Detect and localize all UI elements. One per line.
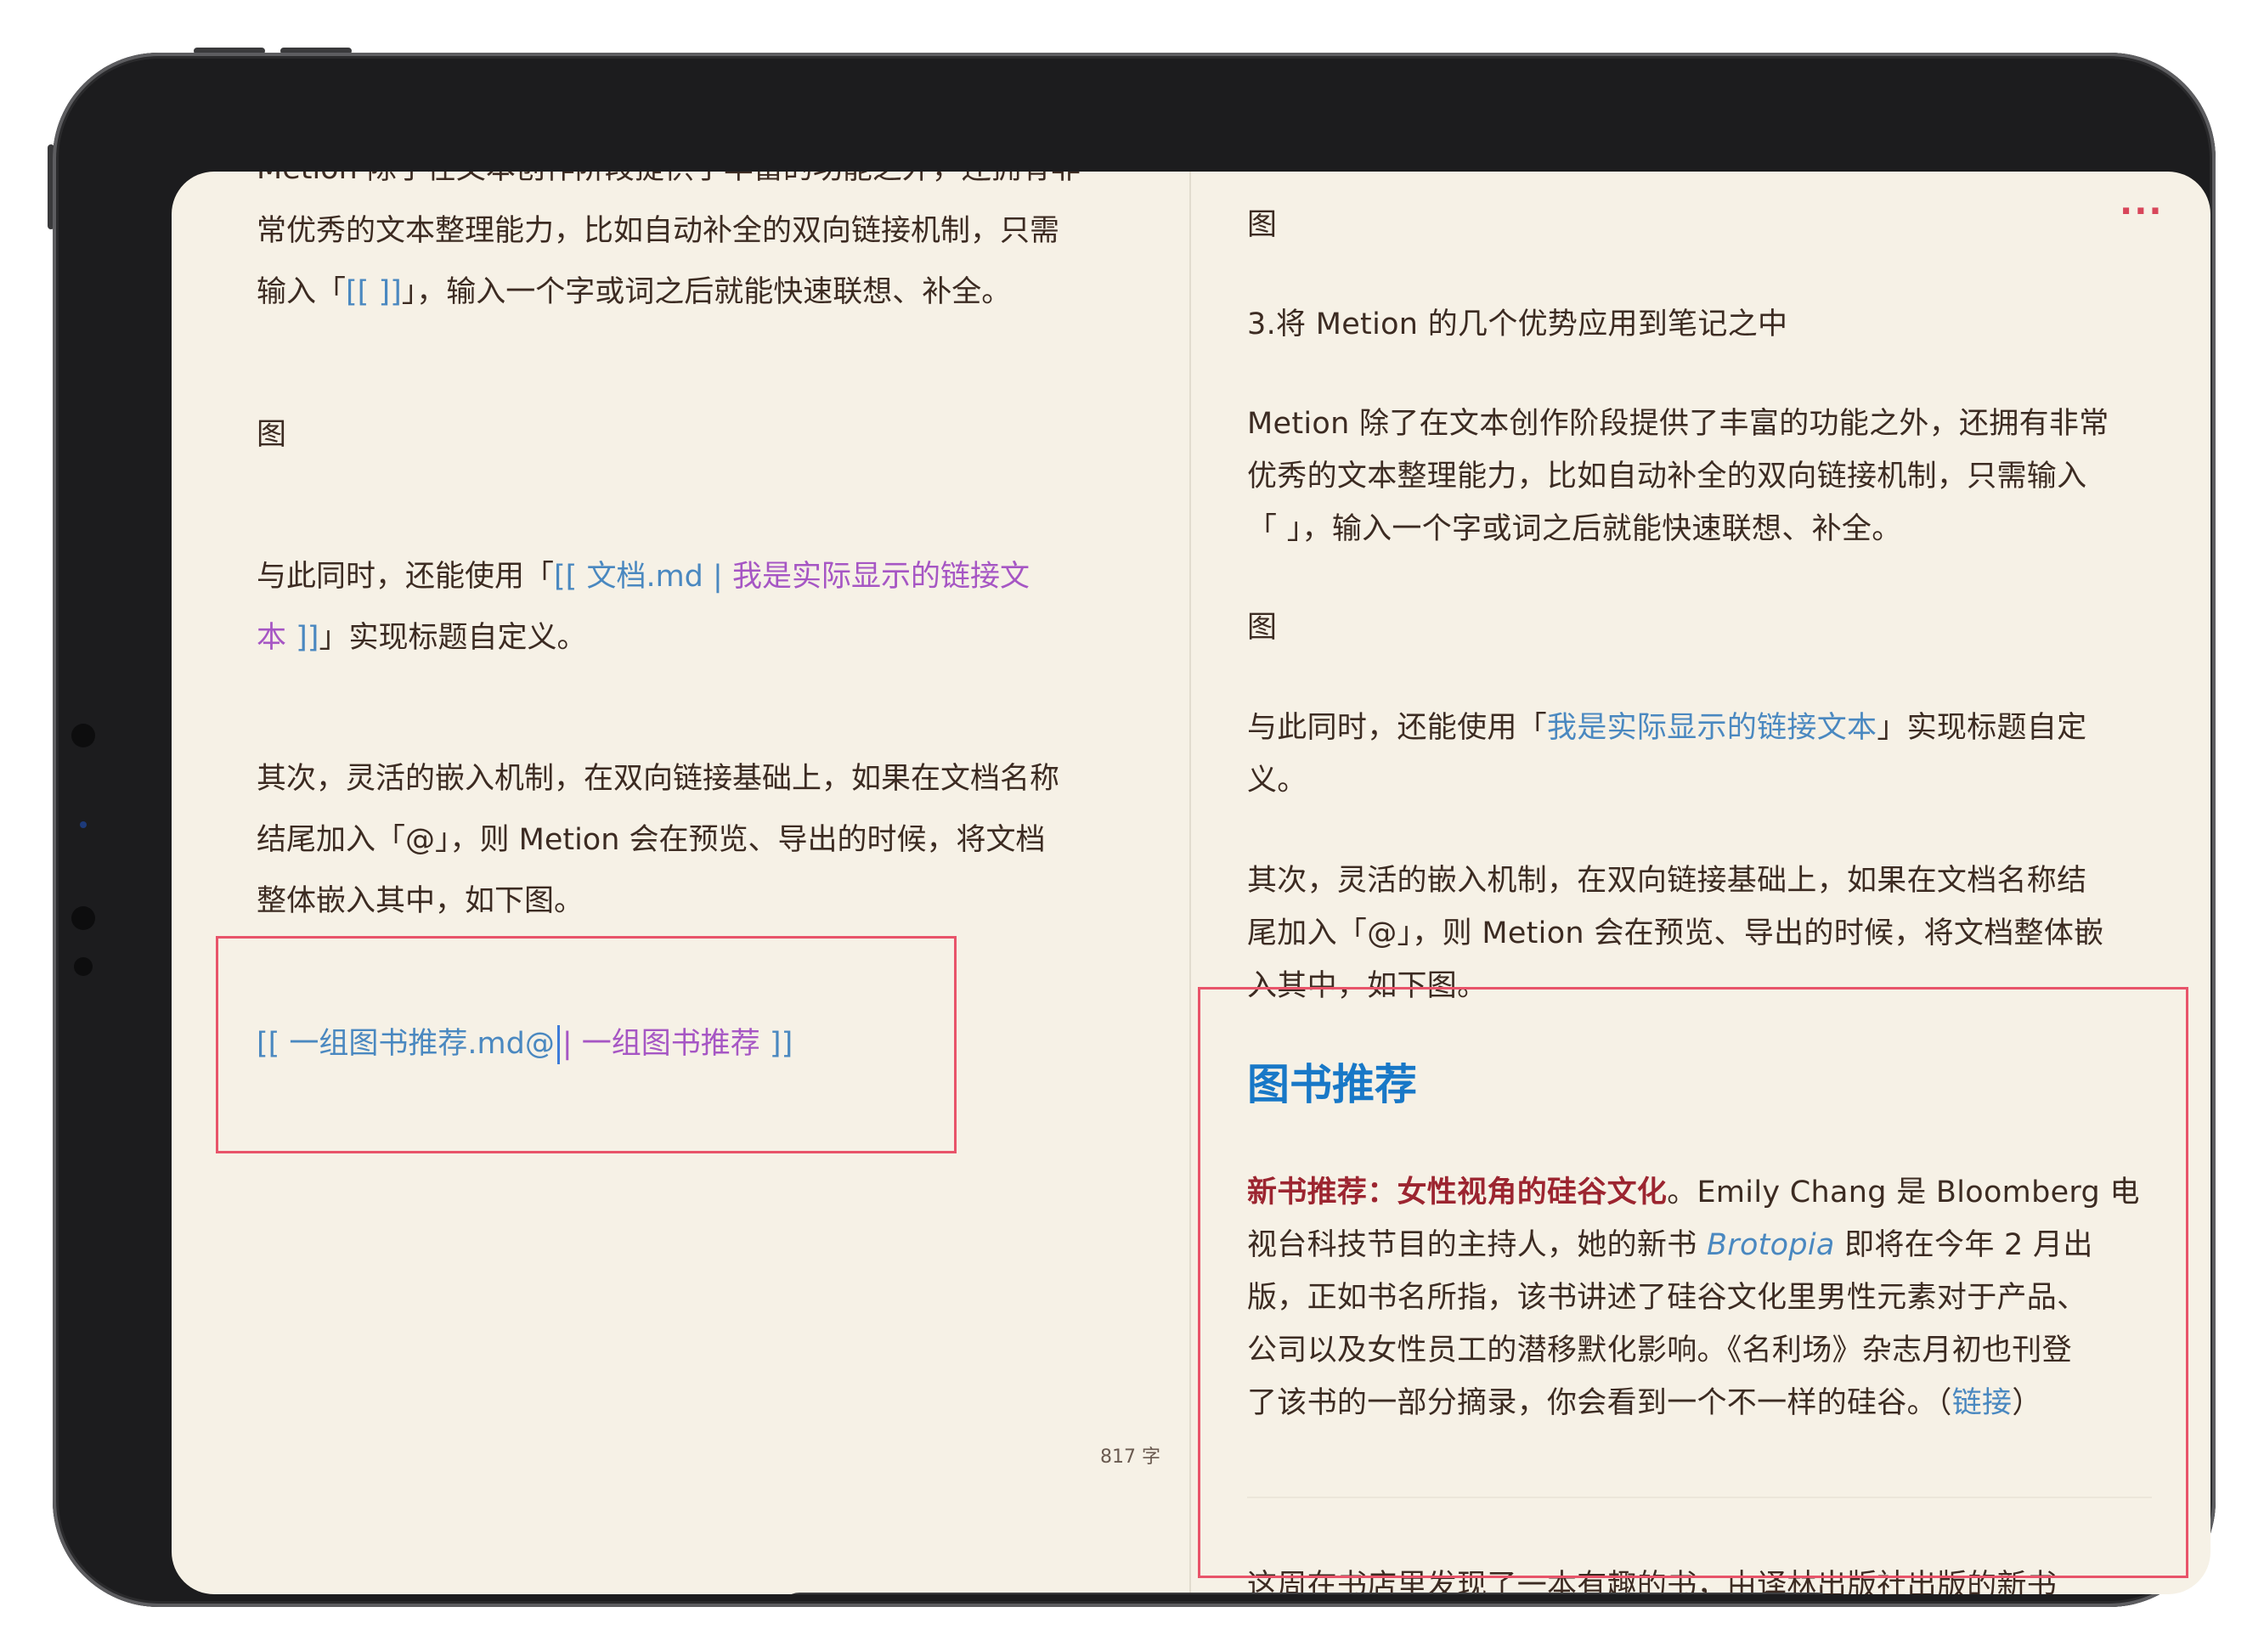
text-span: 输入「 <box>257 275 347 309</box>
tablet-frame: Metion 除了在文本创作阶段提供了丰富的功能之外，还拥有非 常优秀的文本整理… <box>53 53 2216 1607</box>
rendered-link[interactable]: 我是实际显示的链接文本 <box>1547 711 1877 745</box>
preview-line: 「 」，输入一个字或词之后就能快速联想、补全。 <box>1247 512 1902 546</box>
editor-line: 其次，灵活的嵌入机制，在双向链接基础上，如果在文档名称 <box>257 762 1060 796</box>
word-count: 817 字 <box>1100 1446 1160 1468</box>
wiki-link-alias[interactable]: 我是实际显示的链接文 <box>732 560 1030 594</box>
annotation-box <box>216 936 957 1153</box>
candidate-key[interactable]: 还 <box>1354 1593 1422 1594</box>
editor-line: 与此同时，还能使用「[[ 文档.md | 我是实际显示的链接文 <box>257 555 1030 598</box>
editor-line: 常优秀的文本整理能力，比如自动补全的双向链接机制，只需 <box>257 214 1060 248</box>
preview-line: 与此同时，还能使用「我是实际显示的链接文本」实现标题自定 <box>1247 707 2086 749</box>
text-span: 」，输入一个字或词之后就能快速联想、补全。 <box>401 275 1012 309</box>
more-icon[interactable]: ··· <box>2120 192 2164 231</box>
wiki-link-markup[interactable]: ]] <box>296 621 319 655</box>
bezel-sensor <box>74 957 93 976</box>
annotation-box <box>1198 987 2188 1578</box>
bezel-sensor <box>71 906 95 930</box>
preview-line: Metion 除了在文本创作阶段提供了丰富的功能之外，还拥有非常 <box>1247 407 2109 441</box>
keyboard-candidate-bar[interactable]: 双 @ 一 在 使用 还 我们 也 我 <box>781 1593 1837 1594</box>
figure-placeholder: 图 <box>1247 611 1278 645</box>
candidate-key[interactable]: @ <box>908 1593 959 1594</box>
figure-placeholder: 图 <box>257 418 287 452</box>
figure-placeholder: 图 <box>1247 208 1278 242</box>
editor-line: 结尾加入「@」，则 Metion 会在预览、导出的时候，将文档 <box>257 823 1046 857</box>
editor-line: 本 ]]」实现标题自定义。 <box>257 617 586 659</box>
text-span: 与此同时，还能使用「 <box>1247 711 1548 745</box>
editor-line: 输入「[[ ]]」，输入一个字或词之后就能快速联想、补全。 <box>257 271 1011 313</box>
screen: Metion 除了在文本创作阶段提供了丰富的功能之外，还拥有非 常优秀的文本整理… <box>172 172 2210 1594</box>
candidate-key[interactable]: 我 <box>1677 1593 1728 1594</box>
preview-line: 尾加入「@」，则 Metion 会在预览、导出的时候，将文档整体嵌 <box>1247 916 2104 950</box>
editor-pane[interactable]: Metion 除了在文本创作阶段提供了丰富的功能之外，还拥有非 常优秀的文本整理… <box>172 172 1189 1594</box>
preview-line: 义。 <box>1247 764 1307 798</box>
candidate-key[interactable]: 我们 <box>1460 1593 1571 1594</box>
wiki-link-alias[interactable]: 本 <box>257 621 296 655</box>
candidate-key[interactable]: 一 <box>1006 1593 1074 1594</box>
editor-line: Metion 除了在文本创作阶段提供了丰富的功能之外，还拥有非 <box>257 172 1081 190</box>
camera-lens <box>80 821 87 828</box>
editor-line: 整体嵌入其中，如下图。 <box>257 884 584 918</box>
text-span: 与此同时，还能使用「 <box>257 560 555 594</box>
preview-line: 其次，灵活的嵌入机制，在双向链接基础上，如果在文档名称结 <box>1247 864 2087 898</box>
candidate-key[interactable]: 在 <box>1112 1593 1180 1594</box>
candidate-key[interactable]: 使用 <box>1210 1593 1320 1594</box>
text-span: 」实现标题自定义。 <box>319 621 587 655</box>
preview-line: 优秀的文本整理能力，比如自动补全的双向链接机制，只需输入 <box>1247 460 2087 493</box>
wiki-link-markup[interactable]: [[ 文档.md | <box>554 560 732 594</box>
text-span: 」实现标题自定 <box>1877 711 2087 745</box>
candidate-key[interactable]: 也 <box>1592 1593 1660 1594</box>
section-heading: 3.将 Metion 的几个优势应用到笔记之中 <box>1247 307 1788 341</box>
preview-pane[interactable]: ··· 图 3.将 Metion 的几个优势应用到笔记之中 Metion 除了在… <box>1191 172 2210 1594</box>
bezel-sensor <box>71 724 95 747</box>
wiki-link-markup[interactable]: [[ ]] <box>346 275 402 309</box>
